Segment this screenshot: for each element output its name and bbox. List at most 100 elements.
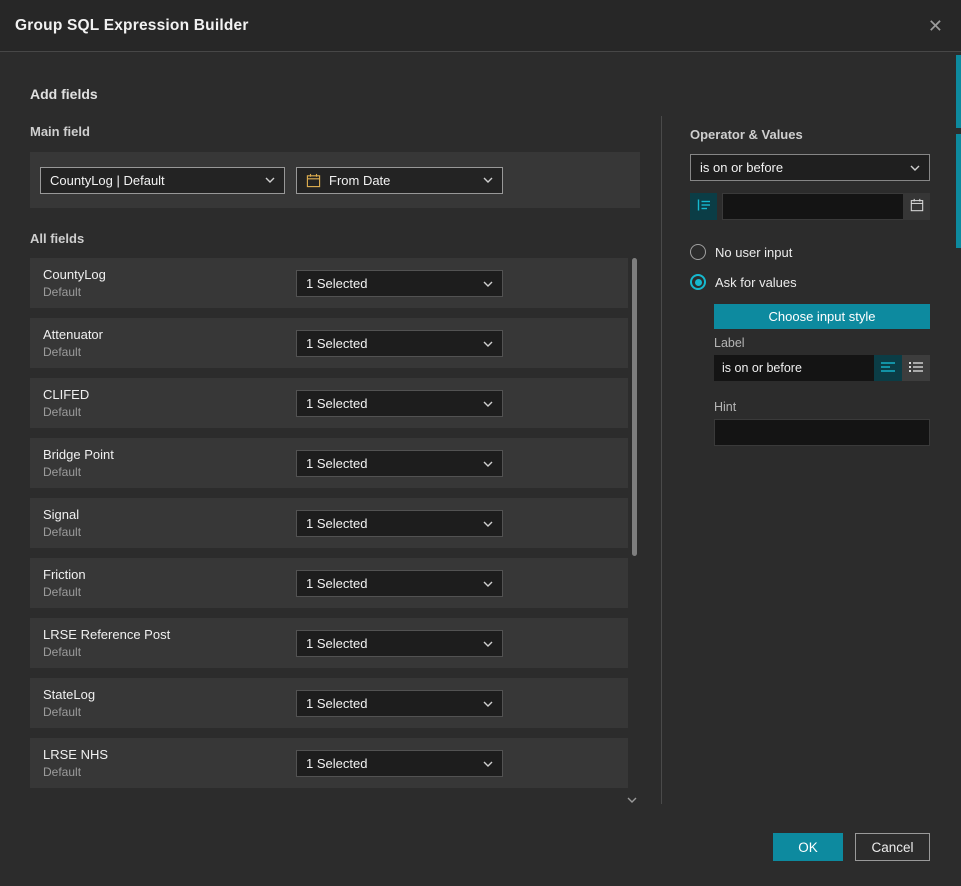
- radio-no-user-input-label: No user input: [715, 245, 792, 260]
- dialog-title: Group SQL Expression Builder: [15, 17, 249, 35]
- field-name: CountyLog: [43, 267, 106, 282]
- field-row: StateLog Default 1 Selected: [30, 678, 628, 728]
- field-name: Signal: [43, 507, 79, 522]
- label-input[interactable]: [714, 355, 874, 381]
- field-values-select-value: 1 Selected: [306, 276, 475, 291]
- main-layer-select-value: CountyLog | Default: [50, 173, 257, 188]
- add-fields-heading: Add fields: [30, 86, 98, 102]
- field-sublabel: Default: [43, 645, 81, 659]
- field-name: Bridge Point: [43, 447, 114, 462]
- calendar-icon: [306, 173, 321, 188]
- list-style-toggle[interactable]: [902, 355, 930, 381]
- field-row: CountyLog Default 1 Selected: [30, 258, 628, 308]
- field-values-select-value: 1 Selected: [306, 456, 475, 471]
- chevron-down-icon: [483, 281, 493, 287]
- all-fields-list: CountyLog Default 1 Selected Attenuator …: [30, 258, 628, 798]
- group-sql-expression-builder-dialog: Group SQL Expression Builder ✕ Add field…: [0, 0, 961, 886]
- radio-ask-for-values-label: Ask for values: [715, 275, 797, 290]
- field-row: Bridge Point Default 1 Selected: [30, 438, 628, 488]
- scrollbar-thumb[interactable]: [632, 258, 637, 556]
- all-fields-label: All fields: [30, 231, 84, 246]
- field-row: CLIFED Default 1 Selected: [30, 378, 628, 428]
- choose-input-style-button[interactable]: Choose input style: [714, 304, 930, 329]
- main-field-panel: CountyLog | Default From Date: [30, 152, 640, 208]
- operator-select[interactable]: is on or before: [690, 154, 930, 181]
- list-scrollbar: [631, 258, 638, 786]
- field-row: LRSE NHS Default 1 Selected: [30, 738, 628, 788]
- field-values-select[interactable]: 1 Selected: [296, 570, 503, 597]
- radio-selected-icon: [690, 274, 706, 290]
- field-mode-button[interactable]: [690, 193, 717, 220]
- dialog-header: Group SQL Expression Builder ✕: [0, 0, 961, 52]
- operator-select-value: is on or before: [700, 160, 902, 175]
- main-field-label: Main field: [30, 124, 90, 139]
- edge-accent-mark: [956, 55, 961, 128]
- field-name: Attenuator: [43, 327, 103, 342]
- chevron-down-icon: [265, 177, 275, 183]
- value-input[interactable]: [722, 193, 903, 220]
- field-row: LRSE Reference Post Default 1 Selected: [30, 618, 628, 668]
- field-sublabel: Default: [43, 465, 81, 479]
- field-name: LRSE NHS: [43, 747, 108, 762]
- field-values-select[interactable]: 1 Selected: [296, 390, 503, 417]
- field-values-select[interactable]: 1 Selected: [296, 510, 503, 537]
- field-values-select[interactable]: 1 Selected: [296, 630, 503, 657]
- main-field-select[interactable]: From Date: [296, 167, 503, 194]
- field-row: Friction Default 1 Selected: [30, 558, 628, 608]
- main-field-select-value: From Date: [329, 173, 475, 188]
- field-name: Friction: [43, 567, 86, 582]
- field-values-select[interactable]: 1 Selected: [296, 750, 503, 777]
- scroll-down-icon[interactable]: [627, 790, 637, 808]
- edge-accent-mark: [956, 134, 961, 248]
- chevron-down-icon: [483, 341, 493, 347]
- chevron-down-icon: [483, 461, 493, 467]
- chevron-down-icon: [910, 165, 920, 171]
- ok-button[interactable]: OK: [773, 833, 843, 861]
- field-sublabel: Default: [43, 585, 81, 599]
- chevron-down-icon: [483, 641, 493, 647]
- operator-values-title: Operator & Values: [690, 127, 803, 142]
- field-values-select-value: 1 Selected: [306, 696, 475, 711]
- cancel-button[interactable]: Cancel: [855, 833, 930, 861]
- field-lines-icon: [696, 197, 712, 216]
- field-values-select-value: 1 Selected: [306, 636, 475, 651]
- field-values-select[interactable]: 1 Selected: [296, 690, 503, 717]
- field-sublabel: Default: [43, 525, 81, 539]
- field-values-select[interactable]: 1 Selected: [296, 330, 503, 357]
- close-button[interactable]: ✕: [924, 13, 947, 39]
- chevron-down-icon: [483, 701, 493, 707]
- field-sublabel: Default: [43, 285, 81, 299]
- list-icon: [909, 361, 923, 376]
- field-sublabel: Default: [43, 705, 81, 719]
- chevron-down-icon: [483, 761, 493, 767]
- radio-unselected-icon: [690, 244, 706, 260]
- close-icon: ✕: [928, 16, 943, 36]
- field-values-select[interactable]: 1 Selected: [296, 270, 503, 297]
- field-sublabel: Default: [43, 405, 81, 419]
- field-values-select[interactable]: 1 Selected: [296, 450, 503, 477]
- chevron-down-icon: [483, 177, 493, 183]
- radio-ask-for-values[interactable]: Ask for values: [690, 274, 797, 290]
- label-caption: Label: [714, 336, 745, 350]
- main-layer-select[interactable]: CountyLog | Default: [40, 167, 285, 194]
- label-input-group: [714, 355, 930, 381]
- chevron-down-icon: [483, 401, 493, 407]
- radio-no-user-input[interactable]: No user input: [690, 244, 792, 260]
- date-picker-button[interactable]: [903, 193, 930, 220]
- field-row: Signal Default 1 Selected: [30, 498, 628, 548]
- chevron-down-icon: [483, 521, 493, 527]
- field-values-select-value: 1 Selected: [306, 756, 475, 771]
- field-name: CLIFED: [43, 387, 89, 402]
- field-name: StateLog: [43, 687, 95, 702]
- align-left-toggle[interactable]: [874, 355, 902, 381]
- field-values-select-value: 1 Selected: [306, 516, 475, 531]
- field-values-select-value: 1 Selected: [306, 396, 475, 411]
- field-values-select-value: 1 Selected: [306, 576, 475, 591]
- field-name: LRSE Reference Post: [43, 627, 170, 642]
- hint-input[interactable]: [714, 419, 930, 446]
- field-sublabel: Default: [43, 765, 81, 779]
- field-values-select-value: 1 Selected: [306, 336, 475, 351]
- panel-divider: [661, 116, 662, 804]
- field-sublabel: Default: [43, 345, 81, 359]
- calendar-icon: [910, 198, 924, 215]
